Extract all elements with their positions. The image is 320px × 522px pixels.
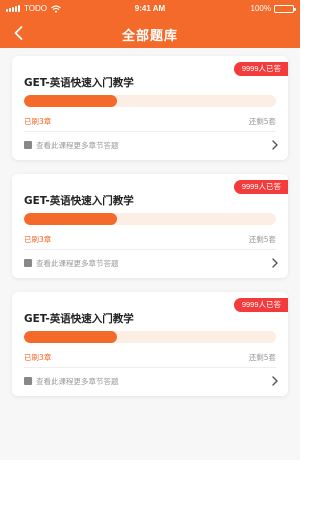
page-title: 全部题库	[121, 29, 178, 44]
more-chapters-label: 查看此课程更多章节答题	[36, 376, 119, 386]
doc-icon	[24, 141, 32, 149]
more-chapters-link[interactable]: 查看此课程更多章节答题	[24, 371, 280, 391]
more-chapters-label: 查看此课程更多章节答题	[36, 140, 119, 150]
battery-icon	[274, 4, 296, 13]
progress-fill	[24, 213, 118, 225]
course-title: GET-英语快速入门教学	[24, 313, 134, 325]
done-label: 已刷3章	[24, 235, 52, 244]
doc-icon	[24, 377, 32, 385]
chevron-right-icon	[270, 257, 280, 269]
more-chapters-link[interactable]: 查看此课程更多章节答题	[24, 253, 280, 273]
more-chapters-link[interactable]: 查看此课程更多章节答题	[24, 135, 280, 155]
divider	[24, 131, 276, 132]
nav-bar: 全部题库	[0, 18, 300, 48]
progress-bar	[24, 95, 276, 107]
progress-bar	[24, 213, 276, 225]
card-list: 9999人已答 GET-英语快速入门教学 已刷3章 还剩5套 查看此课程更多章节…	[0, 48, 300, 460]
progress-bar	[24, 331, 276, 343]
progress-fill	[24, 331, 118, 343]
remain-label: 还剩5套	[248, 117, 276, 126]
screen: TODO 9:41 AM 100% 全部题库 9999人已答 GET-英语快速入…	[0, 0, 300, 522]
more-chapters-label: 查看此课程更多章节答题	[36, 258, 119, 268]
chevron-right-icon	[270, 139, 280, 151]
chevron-right-icon	[270, 375, 280, 387]
answered-count-badge: 9999人已答	[233, 180, 288, 194]
course-title: GET-英语快速入门教学	[24, 77, 134, 89]
course-title: GET-英语快速入门教学	[24, 195, 134, 207]
course-card[interactable]: 9999人已答 GET-英语快速入门教学 已刷3章 还剩5套 查看此课程更多章节…	[12, 174, 288, 278]
course-card[interactable]: 9999人已答 GET-英语快速入门教学 已刷3章 还剩5套 查看此课程更多章节…	[12, 56, 288, 160]
remain-label: 还剩5套	[248, 235, 276, 244]
course-card[interactable]: 9999人已答 GET-英语快速入门教学 已刷3章 还剩5套 查看此课程更多章节…	[12, 292, 288, 396]
progress-fill	[24, 95, 118, 107]
remain-label: 还剩5套	[248, 353, 276, 362]
divider	[24, 367, 276, 368]
answered-count-badge: 9999人已答	[233, 298, 288, 312]
divider	[24, 249, 276, 250]
done-label: 已刷3章	[24, 117, 52, 126]
done-label: 已刷3章	[24, 353, 52, 362]
answered-count-badge: 9999人已答	[233, 62, 288, 76]
status-right: 100%	[250, 4, 296, 13]
header: TODO 9:41 AM 100% 全部题库	[0, 0, 300, 48]
battery-percent: 100%	[250, 4, 271, 13]
status-bar: TODO 9:41 AM 100%	[0, 0, 300, 18]
blank-area	[0, 460, 300, 522]
doc-icon	[24, 259, 32, 267]
